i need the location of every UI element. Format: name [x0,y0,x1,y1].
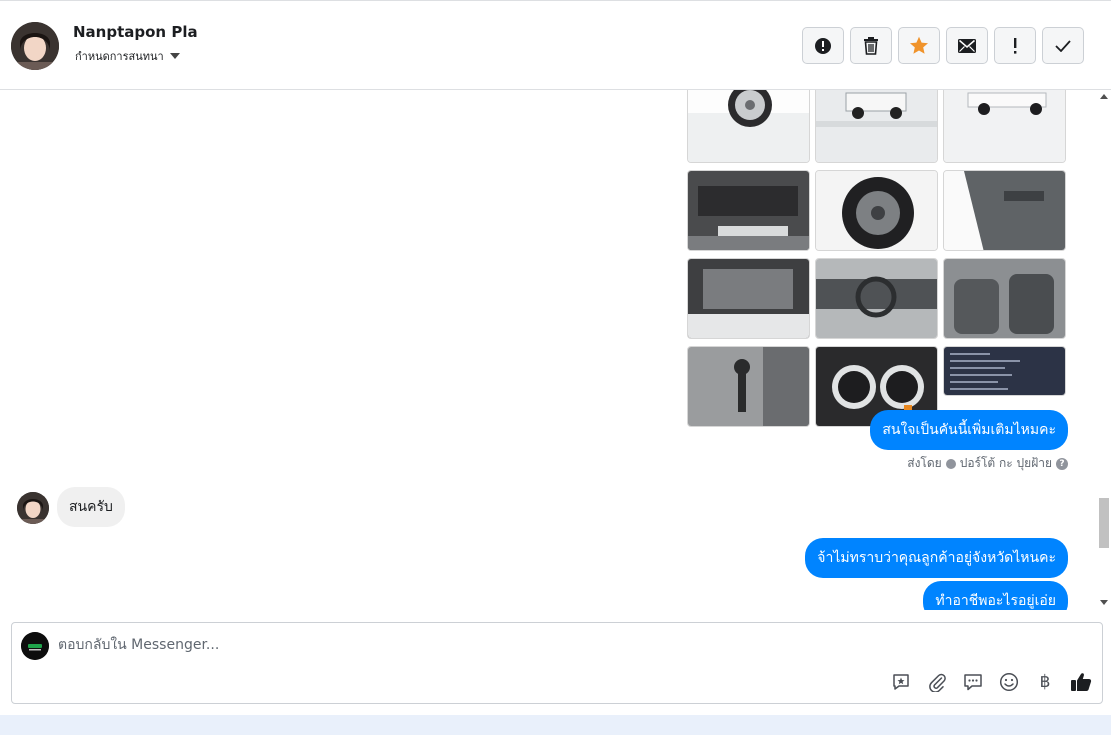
contact-avatar[interactable] [11,22,59,70]
message-incoming[interactable]: สนครับ [57,487,125,527]
photo-spec-sheet[interactable] [943,346,1066,396]
conversation-label: กำหนดการสนทนา [75,50,164,63]
emoji-icon[interactable] [998,671,1020,693]
thread-scrollbar[interactable] [1097,90,1111,610]
photo-wheel-front[interactable] [687,90,810,163]
sent-by-prefix: ส่งโดย [907,456,942,470]
mark-unread-button[interactable] [946,27,988,64]
conversation-header: Nanptapon Pla กำหนดการสนทนา [0,0,1111,90]
check-icon [1055,39,1071,52]
message-outgoing[interactable]: จ้าไม่ทราบว่าคุณลูกค้าอยู่จังหวัดไหนคะ [805,538,1068,578]
help-icon[interactable]: ? [1056,457,1068,470]
photo-engine-bay[interactable] [687,258,810,339]
attachment-icon[interactable] [926,671,948,693]
conversation-label-dropdown[interactable]: กำหนดการสนทนา [75,47,180,65]
photo-undercarriage[interactable] [687,170,810,251]
photo-door-panel[interactable] [943,170,1066,251]
photo-truck-rear-rack[interactable] [815,90,938,163]
trash-icon [864,36,878,55]
spam-button[interactable] [802,27,844,64]
message-thread[interactable]: สนใจเป็นคันนี้เพิ่มเติมไหมคะ ส่งโดย ปอร์… [0,90,1111,610]
reply-composer: ฿ [11,622,1103,704]
message-outgoing[interactable]: สนใจเป็นคันนี้เพิ่มเติมไหมคะ [870,410,1068,450]
composer-toolbar: ฿ [890,671,1092,693]
baht-payment-icon[interactable]: ฿ [1034,671,1056,693]
verified-icon [945,458,956,469]
envelope-icon [958,38,976,53]
exclamation-icon [1014,37,1017,54]
messenger-inbox: Nanptapon Pla กำหนดการสนทนา สนใจเป็นคันน… [0,0,1111,735]
photo-front-seats[interactable] [943,258,1066,339]
scroll-up-arrow-icon[interactable] [1100,94,1108,99]
contact-avatar-small [17,492,49,524]
contact-name[interactable]: Nanptapon Pla [73,23,198,41]
photo-truck-side[interactable] [943,90,1066,163]
reply-input[interactable] [58,633,958,657]
star-button[interactable] [898,27,940,64]
photo-dashboard[interactable] [815,258,938,339]
star-icon [910,36,928,54]
page-avatar [21,632,49,660]
scroll-down-arrow-icon[interactable] [1100,600,1108,605]
saved-reply-icon[interactable] [890,671,912,693]
conversation-actions [802,27,1084,64]
page-footer-band [0,715,1111,735]
important-button[interactable] [994,27,1036,64]
message-outgoing[interactable]: ทำอาชีพอะไรอยู่เอ่ย [923,581,1068,610]
photo-spare-wheel[interactable] [815,170,938,251]
alert-circle-icon [815,37,831,54]
delete-button[interactable] [850,27,892,64]
sent-by-sender: ปอร์โต้ กะ ปุยฝ้าย [959,456,1052,470]
thumbs-up-icon[interactable] [1070,671,1092,693]
sent-by-info: ส่งโดย ปอร์โต้ กะ ปุยฝ้าย ? [907,454,1068,473]
done-button[interactable] [1042,27,1084,64]
chat-bubble-icon[interactable] [962,671,984,693]
caret-down-icon [169,53,180,59]
scroll-thumb[interactable] [1099,498,1109,548]
photo-gear-shifter[interactable] [687,346,810,427]
